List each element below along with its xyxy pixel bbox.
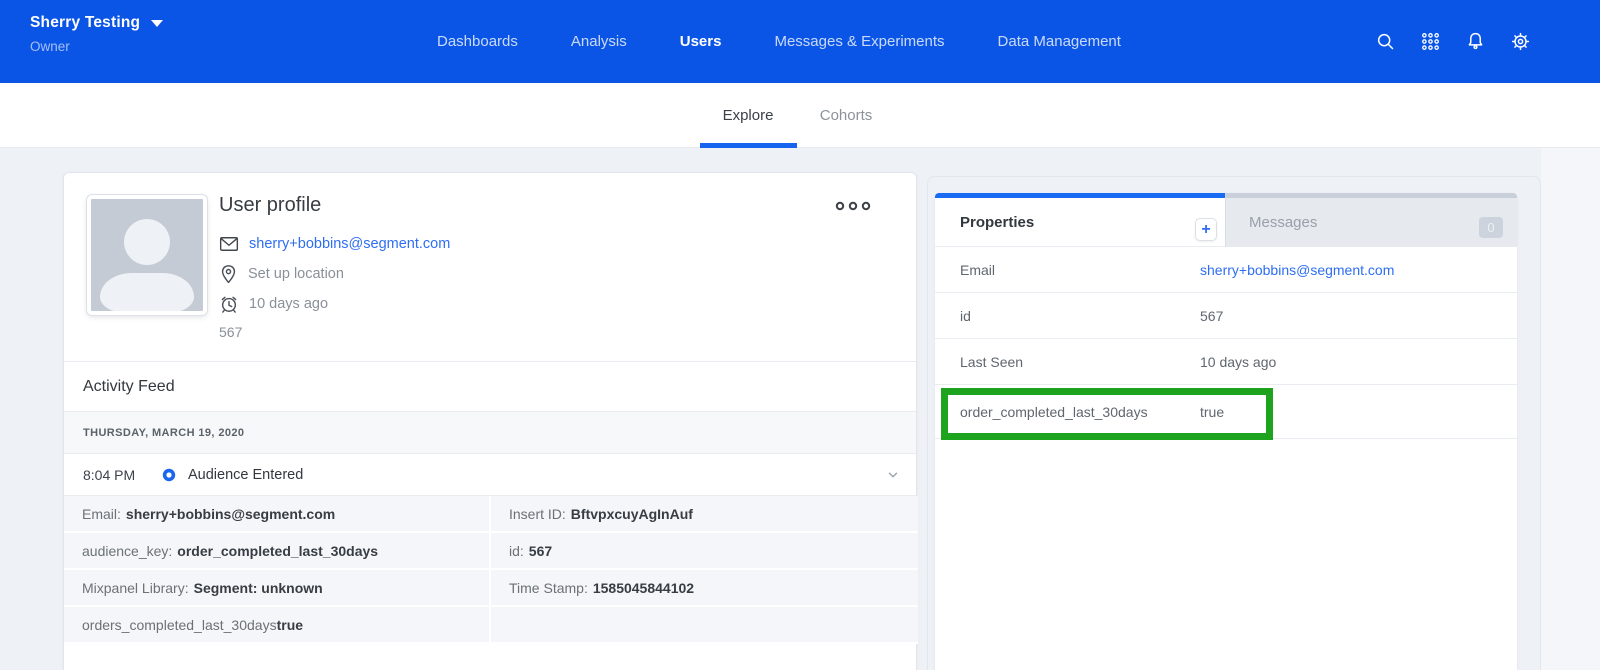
activity-event-row[interactable]: 8:04 PM Audience Entered (64, 454, 916, 496)
workspace-name[interactable]: Sherry Testing (30, 14, 140, 32)
activity-date-header: THURSDAY, MARCH 19, 2020 (64, 411, 916, 454)
profile-location[interactable]: Set up location (248, 266, 344, 282)
caret-down-icon (151, 20, 163, 27)
event-property-cell: Email:sherry+bobbins@segment.com (64, 496, 491, 533)
page-tab-bar: Explore Cohorts (0, 83, 1600, 148)
activity-feed-title: Activity Feed (64, 362, 916, 411)
tab-properties[interactable]: Properties + (935, 193, 1225, 247)
event-time: 8:04 PM (83, 467, 145, 483)
profile-last-seen: 10 days ago (249, 296, 328, 312)
email-envelope-icon (219, 235, 239, 253)
alarm-clock-icon (219, 294, 239, 315)
page-title: User profile (219, 194, 450, 217)
right-gutter (1541, 148, 1600, 670)
profile-email-link[interactable]: sherry+bobbins@segment.com (249, 236, 450, 252)
event-property-cell-empty (491, 607, 918, 644)
tab-messages[interactable]: Messages 0 (1225, 193, 1517, 247)
property-email-link[interactable]: sherry+bobbins@segment.com (1200, 262, 1394, 278)
event-property-cell: id:567 (491, 533, 918, 570)
profile-summary: User profile sherry+bobbins@segment.com (64, 173, 916, 361)
top-navigation-bar: Sherry Testing Owner Dashboards Analysis… (0, 0, 1600, 83)
event-property-cell: orders_completed_last_30daystrue (64, 607, 491, 644)
nav-item-messages-experiments[interactable]: Messages & Experiments (774, 33, 944, 50)
tab-explore[interactable]: Explore (700, 83, 796, 148)
nav-item-analysis[interactable]: Analysis (571, 33, 627, 50)
event-property-cell: Mixpanel Library:Segment: unknown (64, 570, 491, 607)
primary-nav: Dashboards Analysis Users Messages & Exp… (437, 0, 1121, 83)
workspace-role: Owner (30, 39, 163, 54)
active-tab-underline (700, 143, 797, 148)
apps-grid-icon[interactable] (1420, 31, 1441, 52)
event-properties-table: Email:sherry+bobbins@segment.com Insert … (64, 496, 916, 644)
workspace-switcher[interactable]: Sherry Testing Owner (30, 14, 163, 54)
messages-count-badge: 0 (1479, 217, 1503, 238)
event-type-dot-icon (162, 468, 176, 482)
event-property-cell: Insert ID:BftvpxcuyAgInAuf (491, 496, 918, 533)
event-name: Audience Entered (188, 467, 303, 483)
profile-user-id: 567 (219, 324, 450, 340)
properties-panel: Properties + Messages 0 Email sherry+bob… (935, 193, 1517, 670)
event-property-cell: Time Stamp:1585045844102 (491, 570, 918, 607)
ellipsis-circle-icon (848, 201, 858, 211)
search-icon[interactable] (1375, 31, 1396, 52)
add-property-button[interactable]: + (1195, 218, 1217, 241)
property-row-email: Email sherry+bobbins@segment.com (935, 247, 1517, 293)
nav-item-dashboards[interactable]: Dashboards (437, 33, 518, 50)
avatar (87, 195, 207, 315)
property-row-last-seen: Last Seen 10 days ago (935, 339, 1517, 385)
more-options-button[interactable] (835, 201, 871, 211)
app-screen: Sherry Testing Owner Dashboards Analysis… (0, 0, 1600, 670)
property-row-id: id 567 (935, 293, 1517, 339)
ellipsis-circle-icon (835, 201, 845, 211)
event-property-cell: audience_key:order_completed_last_30days (64, 533, 491, 570)
nav-item-data-management[interactable]: Data Management (998, 33, 1121, 50)
property-row-order-completed: order_completed_last_30days true (935, 385, 1517, 439)
panel-tab-bar: Properties + Messages 0 (935, 193, 1517, 247)
notifications-bell-icon[interactable] (1465, 31, 1486, 52)
user-profile-card: User profile sherry+bobbins@segment.com (63, 172, 917, 670)
settings-gear-icon[interactable] (1510, 31, 1531, 52)
topbar-icon-group (1375, 0, 1531, 83)
location-pin-icon (219, 264, 238, 285)
nav-item-users[interactable]: Users (680, 33, 722, 50)
tab-cohorts[interactable]: Cohorts (798, 83, 894, 148)
ellipsis-circle-icon (861, 201, 871, 211)
chevron-down-icon[interactable] (886, 468, 900, 482)
